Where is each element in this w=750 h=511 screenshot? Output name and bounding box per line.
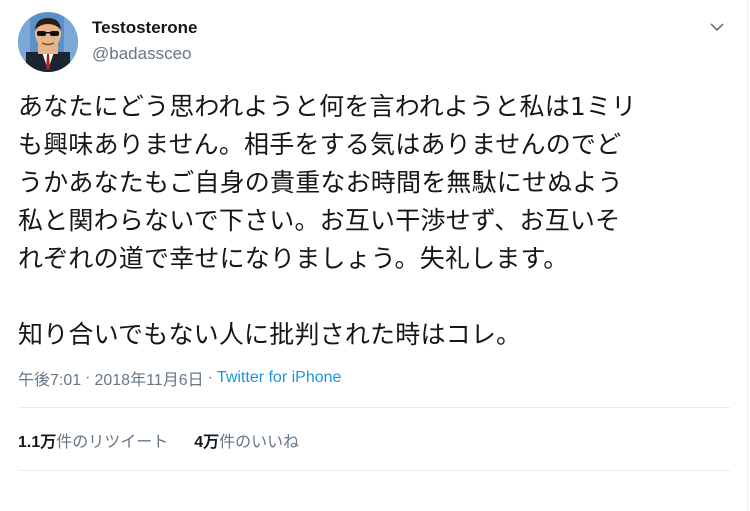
divider — [18, 470, 730, 471]
avatar[interactable] — [18, 12, 78, 72]
divider — [18, 407, 730, 408]
avatar-illustration — [18, 12, 78, 72]
likes-count: 4万 — [194, 434, 220, 451]
username-handle[interactable]: @badassceo — [92, 44, 192, 64]
chevron-down-icon — [710, 22, 724, 31]
retweets-label: 件のリツイート — [56, 432, 169, 451]
likes-label: 件のいいね — [219, 432, 300, 451]
meta-separator: · — [85, 369, 91, 386]
retweets-count: 1.1万 — [18, 434, 57, 451]
tweet-card: Testosterone @badassceo あなたにどう思われようと何を言わ… — [0, 0, 748, 511]
tweet-stats: 1.1万件のリツイート 4万件のいいね — [18, 428, 299, 452]
tweet-meta: 午後7:01 · 2018年11月6日 · Twitter for iPhone — [18, 366, 341, 390]
retweets-stat[interactable]: 1.1万件のリツイート — [18, 428, 168, 452]
likes-stat[interactable]: 4万件のいいね — [194, 428, 299, 452]
tweet-time[interactable]: 午後7:01 — [18, 366, 81, 390]
meta-separator: · — [207, 369, 213, 386]
display-name[interactable]: Testosterone — [92, 18, 198, 38]
tweet-source-link[interactable]: Twitter for iPhone — [217, 369, 342, 387]
tweet-menu-button[interactable] — [704, 14, 730, 40]
tweet-date[interactable]: 2018年11月6日 — [94, 366, 203, 390]
tweet-text: あなたにどう思われようと何を言われようと私は1ミリ も興味ありません。相手をする… — [18, 92, 637, 349]
